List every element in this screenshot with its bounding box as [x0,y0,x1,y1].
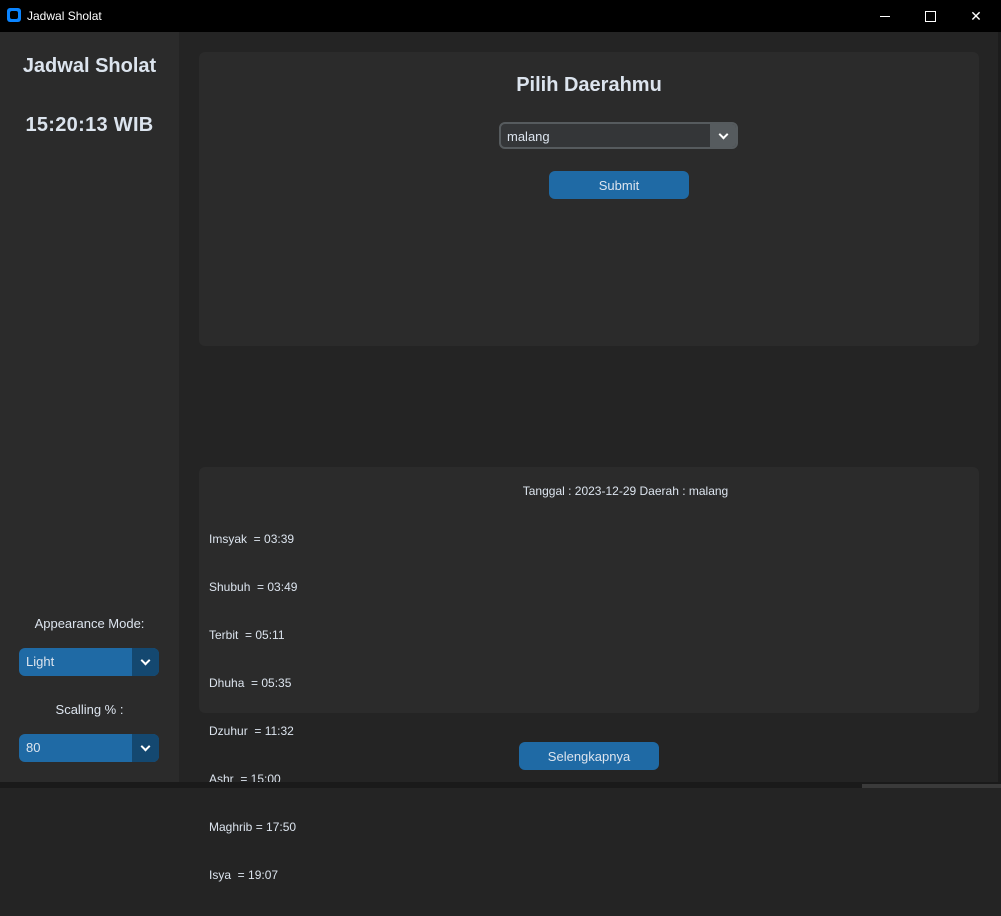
window-title: Jadwal Sholat [27,9,102,23]
prayer-time-dzuhur: Dzuhur = 11:32 [209,724,294,738]
prayer-time-dhuha: Dhuha = 05:35 [209,676,292,690]
region-panel: Pilih Daerahmu malang Submit [199,52,979,346]
region-title: Pilih Daerahmu [516,74,662,96]
clock-display: 15:20:13 WIB [25,114,154,136]
chevron-down-icon [140,655,151,666]
prayer-time-shubuh: Shubuh = 03:49 [209,580,298,594]
region-dropdown-button[interactable] [710,124,736,147]
app-icon [7,8,21,22]
title-bar: Jadwal Sholat ✕ [0,0,1001,32]
maximize-icon [924,10,936,22]
appearance-mode-select[interactable]: Light [19,648,159,676]
taskbar-segment [862,784,1001,788]
prayer-time-isya: Isya = 19:07 [209,868,279,882]
scaling-dropdown-button[interactable] [132,734,159,762]
prayer-time-imsyak: Imsyak = 03:39 [209,532,295,546]
minimize-icon [880,15,890,17]
window-bottom-edge [0,782,1001,788]
chevron-down-icon [140,741,151,752]
region-select[interactable]: malang [499,122,738,149]
prayer-times-list: Imsyak = 03:39 Shubuh = 03:49 Terbit = 0… [209,504,297,916]
sidebar-title: Jadwal Sholat [22,55,157,77]
appearance-dropdown-button[interactable] [132,648,159,676]
scaling-select[interactable]: 80 [19,734,159,762]
maximize-button[interactable] [907,0,953,32]
minimize-button[interactable] [862,0,908,32]
more-details-button[interactable]: Selengkapnya [519,742,659,770]
chevron-down-icon [718,129,728,139]
region-select-value[interactable]: malang [507,129,550,144]
schedule-header: Tanggal : 2023-12-29 Daerah : malang [522,484,729,498]
prayer-time-maghrib: Maghrib = 17:50 [209,820,297,834]
scaling-value: 80 [26,740,41,755]
sidebar: Jadwal Sholat 15:20:13 WIB Appearance Mo… [0,32,179,782]
appearance-mode-value: Light [26,654,55,669]
scaling-label: Scalling % : [55,702,124,717]
close-icon: ✕ [970,7,982,24]
schedule-panel: Tanggal : 2023-12-29 Daerah : malang Ims… [199,467,979,882]
close-button[interactable]: ✕ [953,0,999,32]
appearance-mode-label: Appearance Mode: [34,616,145,631]
prayer-time-terbit: Terbit = 05:11 [209,628,285,642]
submit-button[interactable]: Submit [549,171,689,199]
